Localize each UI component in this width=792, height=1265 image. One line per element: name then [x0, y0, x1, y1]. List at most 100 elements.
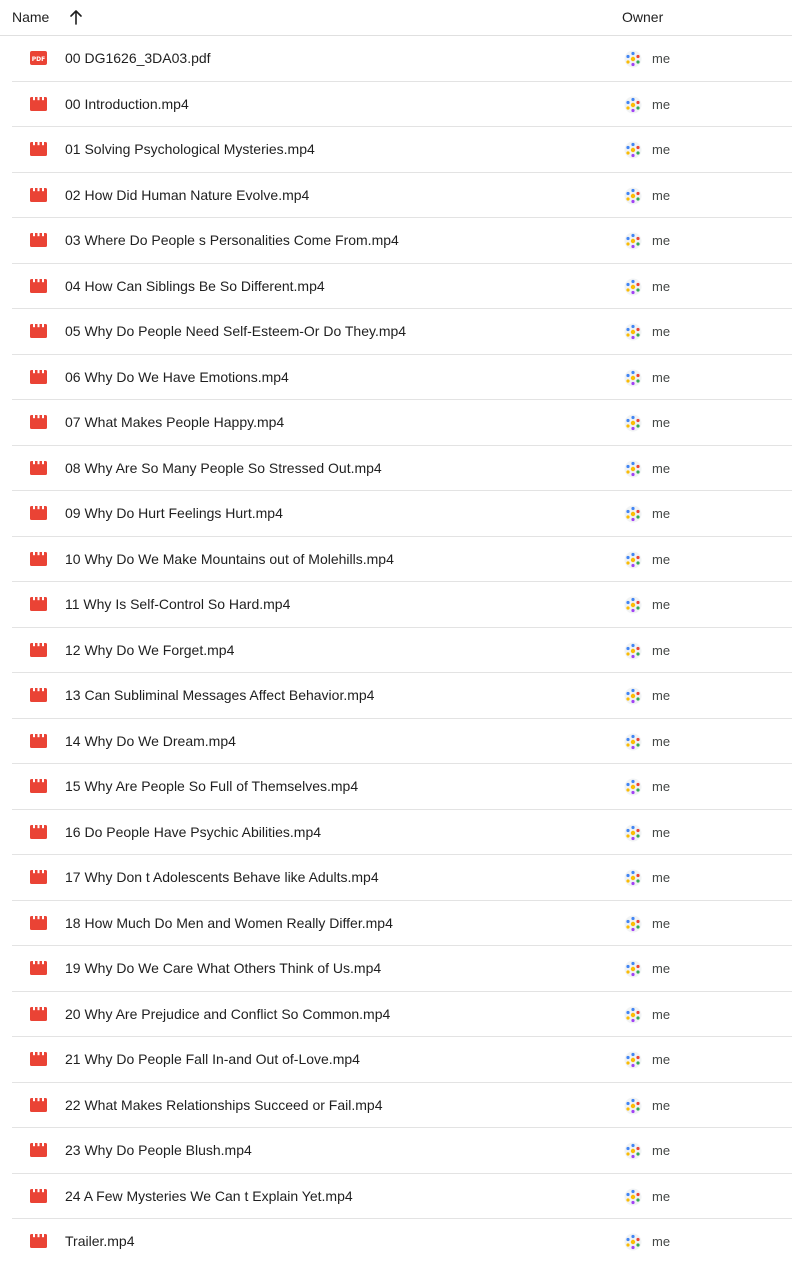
video-file-icon — [30, 1188, 47, 1203]
owner-avatar-icon — [624, 1233, 642, 1251]
file-row[interactable]: 16 Do People Have Psychic Abilities.mp4 m… — [12, 810, 792, 855]
file-row[interactable]: 22 What Makes Relationships Succeed or F… — [12, 1083, 792, 1128]
file-row[interactable]: 11 Why Is Self-Control So Hard.mp4 me — [12, 582, 792, 628]
video-file-icon — [30, 642, 47, 657]
owner-label: me — [652, 233, 671, 248]
file-row[interactable]: 20 Why Are Prejudice and Conflict So Com… — [12, 992, 792, 1037]
video-file-icon — [30, 369, 47, 384]
file-row[interactable]: 07 What Makes People Happy.mp4 me — [12, 400, 792, 446]
file-name[interactable]: 14 Why Do We Dream.mp4 — [65, 733, 236, 749]
file-row[interactable]: 19 Why Do We Care What Others Think of U… — [12, 946, 792, 992]
file-name[interactable]: 07 What Makes People Happy.mp4 — [65, 414, 284, 430]
owner-label: me — [652, 597, 671, 612]
file-name[interactable]: 22 What Makes Relationships Succeed or F… — [65, 1097, 382, 1113]
video-file-icon — [30, 915, 47, 930]
file-name[interactable]: 02 How Did Human Nature Evolve.mp4 — [65, 187, 309, 203]
file-row[interactable]: 08 Why Are So Many People So Stressed Ou… — [12, 446, 792, 491]
owner-label: me — [652, 870, 671, 885]
owner-label: me — [652, 733, 671, 749]
file-name[interactable]: 12 Why Do We Forget.mp4 — [65, 642, 234, 658]
file-name[interactable]: 03 Where Do People s Personalities Come … — [65, 232, 399, 248]
owner-avatar-icon — [624, 187, 642, 205]
file-list-header: Name Owner — [0, 0, 792, 36]
owner-label: me — [652, 51, 671, 66]
owner-avatar-icon — [624, 323, 642, 341]
file-name[interactable]: 18 How Much Do Men and Women Really Diff… — [65, 915, 393, 931]
file-row[interactable]: 05 Why Do People Need Self-Esteem-Or Do … — [12, 309, 792, 355]
file-name[interactable]: 00 DG1626_3DA03.pdf — [65, 50, 211, 66]
video-file-icon — [30, 688, 47, 702]
owner-label: me — [652, 551, 671, 567]
file-name[interactable]: 24 A Few Mysteries We Can t Explain Yet.… — [65, 1188, 353, 1204]
video-file-icon — [30, 961, 47, 975]
file-name[interactable]: 01 Solving Psychological Mysteries.mp4 — [65, 141, 315, 157]
file-row[interactable]: 15 Why Are People So Full of Themselves.… — [12, 764, 792, 810]
file-name[interactable]: 08 Why Are So Many People So Stressed Ou… — [65, 460, 382, 476]
owner-label: me — [652, 1188, 671, 1204]
owner-label: me — [652, 961, 671, 976]
file-name[interactable]: 00 Introduction.mp4 — [65, 96, 189, 112]
file-row[interactable]: 09 Why Do Hurt Feelings Hurt.mp4 me — [12, 491, 792, 537]
file-name[interactable]: 04 How Can Siblings Be So Different.mp4 — [65, 278, 325, 294]
owner-label: me — [652, 278, 671, 294]
file-row[interactable]: 14 Why Do We Dream.mp4 me — [12, 719, 792, 764]
file-name[interactable]: 11 Why Is Self-Control So Hard.mp4 — [65, 596, 290, 612]
file-name[interactable]: 19 Why Do We Care What Others Think of U… — [65, 960, 381, 976]
file-name[interactable]: 23 Why Do People Blush.mp4 — [65, 1142, 252, 1158]
file-row[interactable]: 17 Why Don t Adolescents Behave like Adu… — [12, 855, 792, 901]
file-name[interactable]: 05 Why Do People Need Self-Esteem-Or Do … — [65, 323, 406, 339]
name-column-header[interactable]: Name — [12, 9, 49, 25]
owner-avatar-icon — [624, 1051, 642, 1069]
file-name[interactable]: 21 Why Do People Fall In-and Out of-Love… — [65, 1051, 360, 1067]
file-row[interactable]: 02 How Did Human Nature Evolve.mp4 me — [12, 173, 792, 218]
owner-label: me — [652, 415, 671, 430]
owner-label: me — [652, 324, 671, 339]
owner-label: me — [652, 779, 671, 794]
file-name[interactable]: Trailer.mp4 — [65, 1233, 135, 1249]
video-file-icon — [30, 1006, 47, 1021]
video-file-icon — [30, 870, 47, 884]
owner-avatar-icon — [624, 96, 642, 114]
video-file-icon — [30, 460, 47, 475]
file-name[interactable]: 15 Why Are People So Full of Themselves.… — [65, 778, 358, 794]
video-file-icon — [30, 733, 47, 748]
arrow-up-icon[interactable] — [68, 8, 84, 26]
file-name[interactable]: 13 Can Subliminal Messages Affect Behavi… — [65, 687, 374, 703]
owner-avatar-icon — [624, 414, 642, 432]
file-name[interactable]: 17 Why Don t Adolescents Behave like Adu… — [65, 869, 379, 885]
file-row[interactable]: 23 Why Do People Blush.mp4 me — [12, 1128, 792, 1174]
video-file-icon — [30, 324, 47, 338]
owner-avatar-icon — [624, 642, 642, 660]
owner-avatar-icon — [624, 1006, 642, 1024]
owner-label: me — [652, 506, 671, 521]
owner-column-header[interactable]: Owner — [622, 9, 663, 25]
owner-label: me — [652, 1097, 671, 1113]
file-row[interactable]: 10 Why Do We Make Mountains out of Moleh… — [12, 537, 792, 582]
owner-avatar-icon — [624, 505, 642, 523]
file-row[interactable]: 04 How Can Siblings Be So Different.mp4 m… — [12, 264, 792, 309]
owner-avatar-icon — [624, 778, 642, 796]
file-row[interactable]: PDF 00 DG1626_3DA03.pdf me — [12, 36, 792, 82]
file-name[interactable]: 20 Why Are Prejudice and Conflict So Com… — [65, 1006, 390, 1022]
video-file-icon — [30, 506, 47, 520]
owner-label: me — [652, 1143, 671, 1158]
video-file-icon — [30, 142, 47, 156]
owner-label: me — [652, 460, 671, 476]
file-row[interactable]: 03 Where Do People s Personalities Come … — [12, 218, 792, 264]
file-row[interactable]: 00 Introduction.mp4 me — [12, 82, 792, 127]
owner-label: me — [652, 187, 671, 203]
owner-label: me — [652, 1006, 671, 1022]
owner-avatar-icon — [624, 1097, 642, 1115]
file-row[interactable]: 24 A Few Mysteries We Can t Explain Yet.… — [12, 1174, 792, 1219]
file-row[interactable]: 06 Why Do We Have Emotions.mp4 me — [12, 355, 792, 400]
file-row[interactable]: 21 Why Do People Fall In-and Out of-Love… — [12, 1037, 792, 1083]
file-row[interactable]: 18 How Much Do Men and Women Really Diff… — [12, 901, 792, 946]
video-file-icon — [30, 233, 47, 247]
file-name[interactable]: 10 Why Do We Make Mountains out of Moleh… — [65, 551, 394, 567]
file-name[interactable]: 06 Why Do We Have Emotions.mp4 — [65, 369, 289, 385]
file-row[interactable]: 01 Solving Psychological Mysteries.mp4 me — [12, 127, 792, 173]
file-row[interactable]: 12 Why Do We Forget.mp4 me — [12, 628, 792, 673]
file-name[interactable]: 16 Do People Have Psychic Abilities.mp4 — [65, 824, 321, 840]
file-name[interactable]: 09 Why Do Hurt Feelings Hurt.mp4 — [65, 505, 283, 521]
file-row[interactable]: 13 Can Subliminal Messages Affect Behavi… — [12, 673, 792, 719]
